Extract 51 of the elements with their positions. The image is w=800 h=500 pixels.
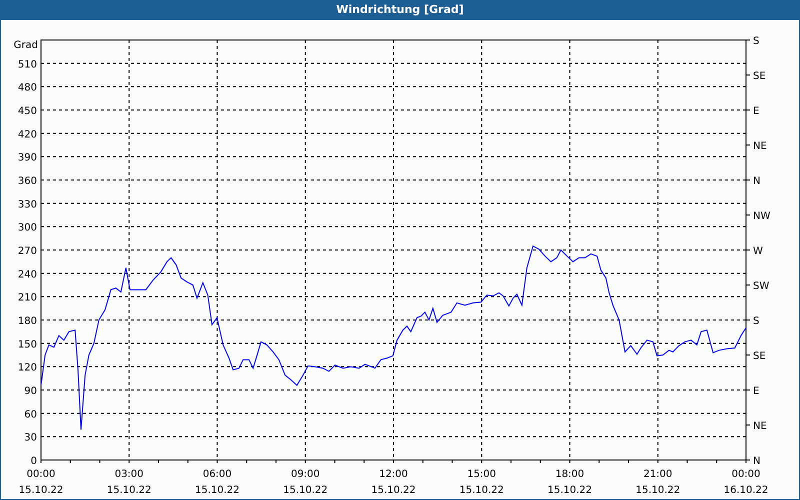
axis-label: 60	[24, 409, 37, 420]
axis-label: 510	[18, 59, 37, 70]
axis-label: 21:00	[643, 468, 672, 480]
axis-label: 0	[30, 456, 37, 467]
axis-label: 120	[18, 362, 37, 374]
axis-label: NE	[753, 420, 767, 432]
axis-label: 00:00	[732, 468, 760, 480]
axis-label: N	[753, 456, 760, 467]
axis-label: 90	[24, 386, 37, 397]
axis-label: 420	[18, 129, 37, 140]
axis-label: W	[753, 246, 763, 257]
axis-label: SW	[753, 280, 770, 292]
axis-label: 180	[18, 316, 37, 327]
axis-label: 450	[18, 106, 37, 117]
axis-label: 360	[18, 176, 37, 187]
axis-label: 240	[18, 269, 37, 280]
axis-label: 210	[18, 292, 37, 304]
axis-label: 15:00	[467, 468, 496, 480]
window-title: Windrichtung [Grad]	[1, 0, 799, 20]
axis-label: SE	[753, 350, 766, 362]
axis-label: 15.10.22	[18, 484, 64, 496]
axis-label: 18:00	[555, 468, 584, 480]
axis-label: 16.10.22	[724, 484, 768, 496]
axis-label: 12:00	[379, 468, 408, 480]
axis-label: E	[753, 106, 760, 117]
axis-title: Grad	[14, 40, 38, 51]
axis-label: 15.10.22	[283, 484, 328, 496]
axis-label: 480	[18, 82, 37, 94]
axis-label: 15.10.22	[547, 484, 592, 496]
axis-label: 150	[18, 339, 37, 350]
axis-label: S	[753, 36, 760, 47]
axis-label: 03:00	[114, 468, 144, 480]
axis-label: 15.10.22	[459, 484, 504, 496]
axis-label: 300	[18, 222, 37, 234]
axis-label: 09:00	[290, 468, 320, 480]
axis-label: NE	[753, 140, 767, 152]
axis-label: N	[753, 176, 760, 187]
axis-label: NW	[753, 210, 770, 222]
axis-label: 15.10.22	[194, 484, 240, 496]
axis-label: 330	[18, 199, 37, 210]
axis-label: S	[753, 316, 760, 327]
axis-label: SE	[753, 70, 766, 82]
axis-label: 06:00	[202, 468, 232, 480]
axis-label: E	[753, 386, 760, 397]
axis-label: 15.10.22	[371, 484, 416, 496]
axis-label: 390	[18, 152, 37, 164]
axis-label: 15.10.22	[106, 484, 152, 496]
axis-label: 15.10.22	[636, 484, 680, 496]
axis-label: 270	[18, 246, 37, 257]
axis-label: 30	[24, 432, 37, 444]
axis-label: 00:00	[26, 468, 56, 480]
